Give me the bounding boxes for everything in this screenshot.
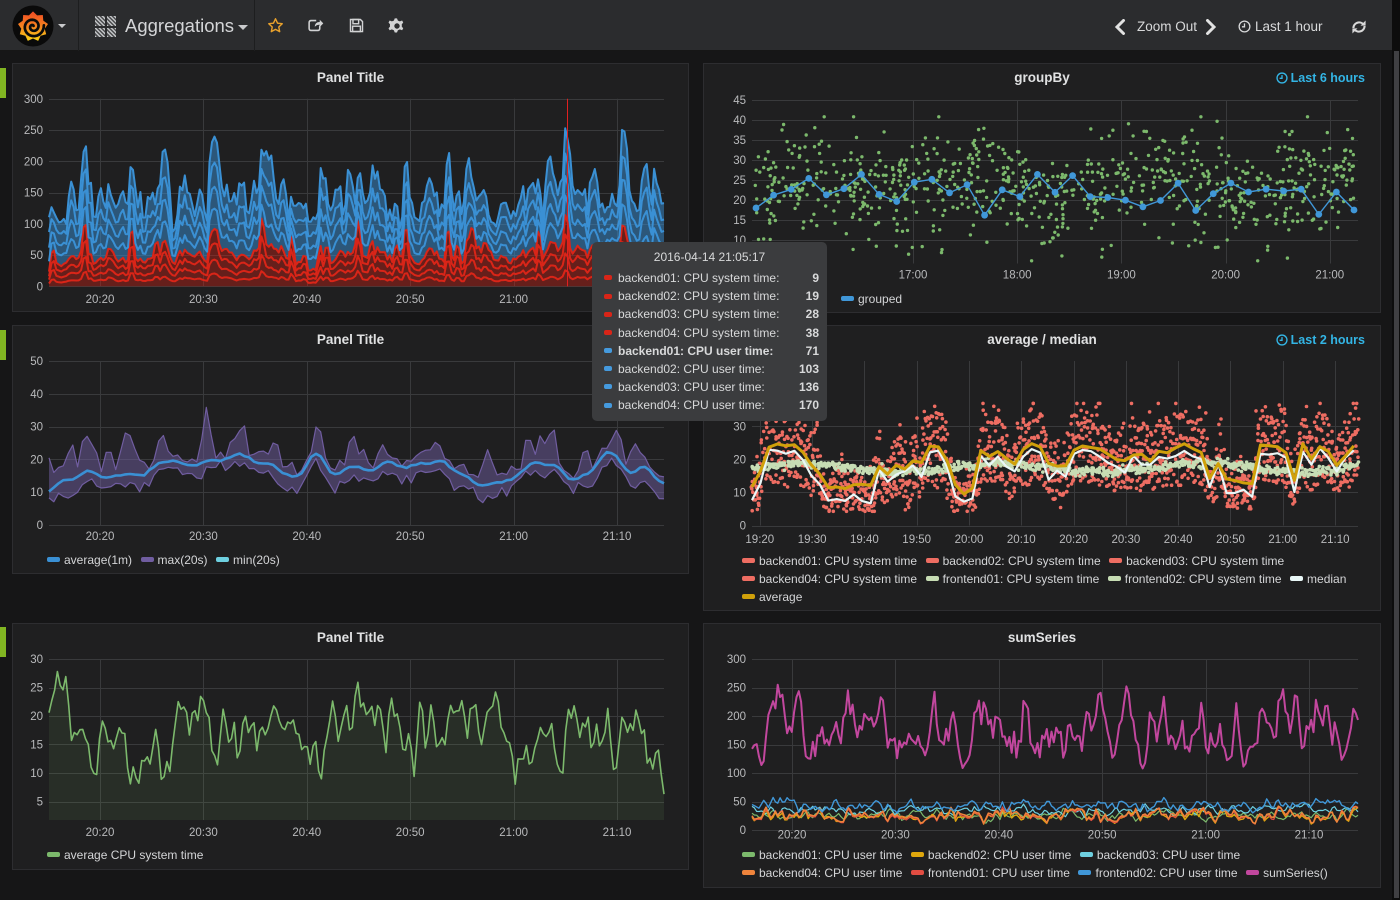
svg-text:100: 100 — [727, 768, 746, 780]
svg-text:5: 5 — [37, 797, 43, 809]
svg-text:20:30: 20:30 — [881, 830, 910, 842]
svg-text:20:20: 20:20 — [778, 830, 807, 842]
svg-text:19:00: 19:00 — [1107, 270, 1136, 282]
svg-text:50: 50 — [733, 797, 746, 809]
svg-text:20:20: 20:20 — [1059, 534, 1088, 546]
svg-text:21:10: 21:10 — [603, 827, 632, 839]
svg-text:21:00: 21:00 — [499, 531, 528, 543]
svg-text:20:50: 20:50 — [396, 531, 425, 543]
svg-text:0: 0 — [37, 520, 43, 532]
svg-text:250: 250 — [727, 683, 746, 695]
svg-text:0: 0 — [37, 281, 43, 293]
svg-text:25: 25 — [733, 175, 746, 187]
svg-text:30: 30 — [30, 654, 43, 666]
svg-text:200: 200 — [727, 711, 746, 723]
svg-text:10: 10 — [30, 768, 43, 780]
svg-text:40: 40 — [30, 389, 43, 401]
svg-text:20:00: 20:00 — [955, 534, 984, 546]
svg-text:21:00: 21:00 — [1191, 830, 1220, 842]
svg-text:50: 50 — [30, 250, 43, 262]
svg-text:19:40: 19:40 — [850, 534, 879, 546]
svg-text:10: 10 — [30, 487, 43, 499]
svg-text:50: 50 — [30, 356, 43, 368]
svg-text:40: 40 — [733, 115, 746, 127]
svg-text:20:20: 20:20 — [86, 827, 115, 839]
svg-text:200: 200 — [24, 156, 43, 168]
svg-text:45: 45 — [733, 95, 746, 107]
svg-text:20:10: 20:10 — [1007, 534, 1036, 546]
svg-text:20:50: 20:50 — [396, 827, 425, 839]
svg-text:20:40: 20:40 — [984, 830, 1013, 842]
svg-text:20:20: 20:20 — [86, 531, 115, 543]
svg-text:0: 0 — [740, 521, 746, 533]
svg-text:20:30: 20:30 — [189, 294, 218, 306]
svg-text:20:40: 20:40 — [292, 294, 321, 306]
svg-text:20:20: 20:20 — [86, 294, 115, 306]
svg-text:0: 0 — [740, 825, 746, 837]
svg-text:35: 35 — [733, 135, 746, 147]
svg-text:30: 30 — [30, 422, 43, 434]
svg-text:20:40: 20:40 — [292, 531, 321, 543]
svg-text:25: 25 — [30, 683, 43, 695]
svg-text:15: 15 — [30, 740, 43, 752]
svg-text:18:00: 18:00 — [1003, 270, 1032, 282]
svg-text:21:10: 21:10 — [603, 531, 632, 543]
svg-text:300: 300 — [24, 94, 43, 106]
svg-text:21:00: 21:00 — [499, 827, 528, 839]
svg-text:20:50: 20:50 — [1088, 830, 1117, 842]
svg-text:10: 10 — [733, 488, 746, 500]
svg-text:20: 20 — [30, 454, 43, 466]
svg-text:20:30: 20:30 — [189, 827, 218, 839]
svg-text:20:50: 20:50 — [396, 294, 425, 306]
svg-text:20:30: 20:30 — [189, 531, 218, 543]
svg-text:21:00: 21:00 — [499, 294, 528, 306]
svg-text:20:30: 20:30 — [1112, 534, 1141, 546]
svg-text:20: 20 — [30, 711, 43, 723]
svg-text:20:50: 20:50 — [1216, 534, 1245, 546]
svg-text:21:00: 21:00 — [1268, 534, 1297, 546]
svg-text:21:10: 21:10 — [1321, 534, 1350, 546]
svg-text:19:30: 19:30 — [798, 534, 827, 546]
svg-text:250: 250 — [24, 125, 43, 137]
svg-text:30: 30 — [733, 422, 746, 434]
svg-text:20: 20 — [733, 195, 746, 207]
svg-text:20: 20 — [733, 455, 746, 467]
svg-text:20:40: 20:40 — [1164, 534, 1193, 546]
svg-text:19:20: 19:20 — [745, 534, 774, 546]
svg-text:20:40: 20:40 — [292, 827, 321, 839]
svg-text:300: 300 — [727, 654, 746, 666]
svg-text:21:10: 21:10 — [1295, 830, 1324, 842]
svg-text:20:00: 20:00 — [1211, 270, 1240, 282]
svg-text:17:00: 17:00 — [899, 270, 928, 282]
svg-text:150: 150 — [727, 740, 746, 752]
svg-text:100: 100 — [24, 219, 43, 231]
svg-text:150: 150 — [24, 188, 43, 200]
svg-text:21:00: 21:00 — [1315, 270, 1344, 282]
svg-text:30: 30 — [733, 155, 746, 167]
svg-text:19:50: 19:50 — [902, 534, 931, 546]
svg-text:15: 15 — [733, 215, 746, 227]
